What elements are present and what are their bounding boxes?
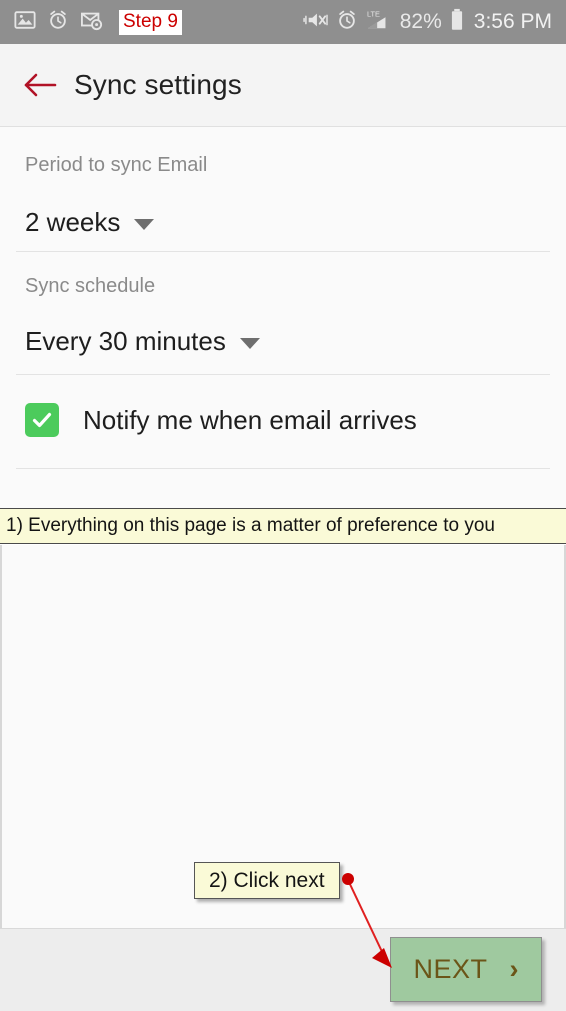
period-to-sync-label: Period to sync Email	[25, 154, 208, 176]
app-bar: Sync settings	[0, 44, 566, 127]
email-badge-icon	[80, 9, 104, 36]
svg-text:LTE: LTE	[367, 9, 380, 18]
instruction-banner: 1) Everything on this page is a matter o…	[0, 508, 566, 544]
chevron-down-icon	[134, 219, 155, 230]
alarm-clock-icon	[336, 9, 358, 36]
mute-vibrate-icon	[303, 9, 329, 36]
click-next-callout-text: 2) Click next	[209, 868, 325, 892]
battery-percent-label: 82%	[399, 10, 442, 33]
notify-on-email-label: Notify me when email arrives	[83, 404, 417, 435]
period-to-sync-value: 2 weeks	[25, 207, 121, 237]
settings-content: Period to sync Email 2 weeks Sync schedu…	[0, 127, 566, 508]
back-arrow-icon[interactable]	[18, 63, 62, 107]
status-bar-left-group: Step 9	[14, 9, 182, 36]
divider	[16, 468, 550, 469]
divider	[16, 251, 550, 252]
alarm-clock-icon	[47, 9, 69, 36]
status-bar: Step 9 LTE 82% 3:56 PM	[0, 0, 566, 44]
click-next-callout: 2) Click next	[194, 862, 340, 899]
notify-on-email-checkbox-row[interactable]: Notify me when email arrives	[25, 403, 417, 437]
checkbox-checked-icon[interactable]	[25, 403, 59, 437]
sync-schedule-value: Every 30 minutes	[25, 326, 226, 356]
sync-schedule-label: Sync schedule	[25, 275, 156, 297]
chevron-down-icon	[239, 338, 260, 349]
instruction-banner-text: 1) Everything on this page is a matter o…	[6, 515, 495, 536]
period-to-sync-dropdown[interactable]: 2 weeks	[25, 207, 155, 238]
chevron-right-icon: ›	[509, 954, 519, 984]
divider	[16, 374, 550, 375]
lte-signal-icon: LTE	[365, 8, 393, 37]
image-icon	[14, 9, 36, 36]
next-button-label: NEXT	[413, 954, 488, 984]
status-bar-right-group: LTE 82% 3:56 PM	[303, 8, 552, 37]
step-badge: Step 9	[119, 9, 182, 35]
battery-icon	[449, 8, 465, 37]
next-button[interactable]: NEXT ›	[390, 937, 542, 1002]
page-title: Sync settings	[74, 69, 242, 100]
clock-label: 3:56 PM	[473, 10, 552, 33]
sync-schedule-dropdown[interactable]: Every 30 minutes	[25, 326, 260, 357]
